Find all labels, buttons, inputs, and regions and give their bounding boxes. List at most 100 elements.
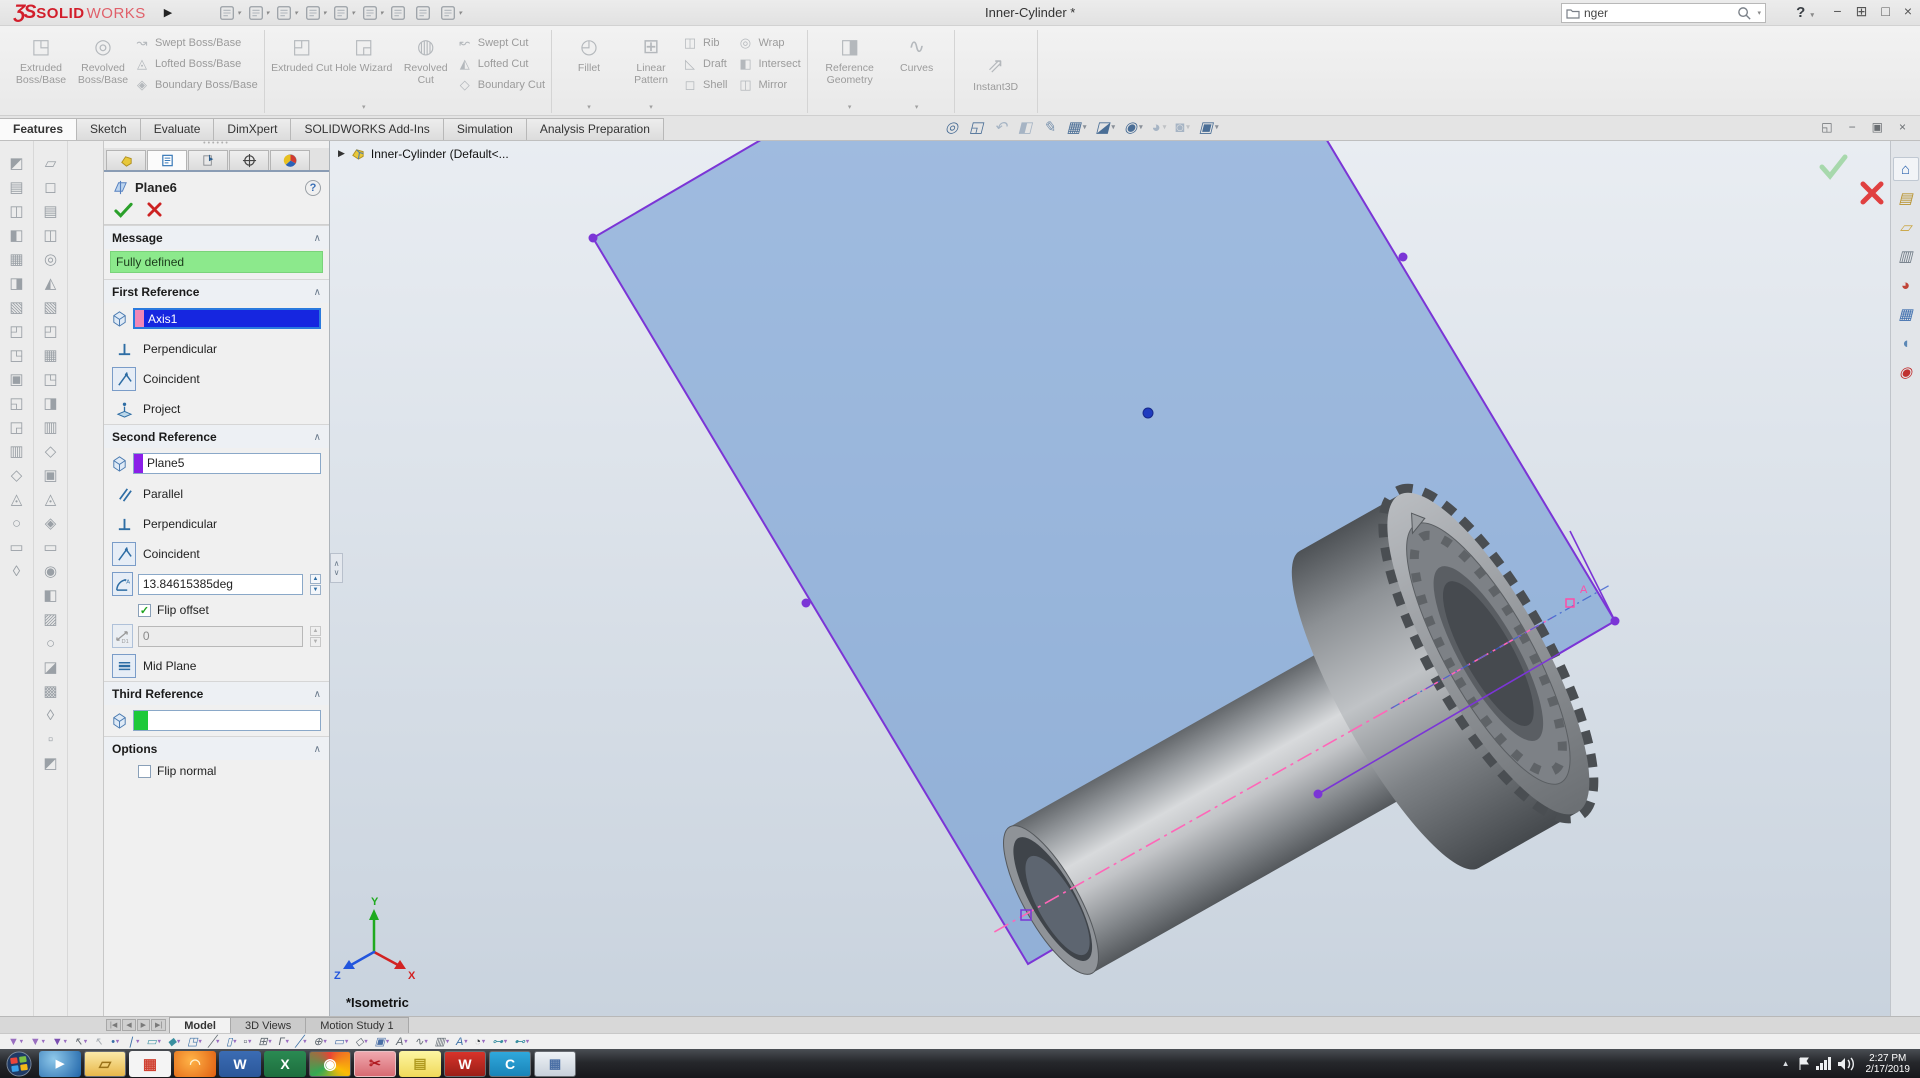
document-tab[interactable]: Model [169, 1017, 231, 1033]
doc-float-button[interactable]: ◱ [1821, 120, 1832, 134]
tool-icon[interactable]: ▦ [9, 249, 23, 270]
lofted-cut-button[interactable]: ◭ Lofted Cut [457, 55, 545, 73]
file-explorer-icon[interactable]: ▱ [1893, 215, 1919, 239]
tree-expand-arrow-icon[interactable]: ▶ [338, 148, 345, 159]
tool-icon[interactable]: ▧ [43, 297, 57, 318]
offset-distance-icon[interactable]: D1 [112, 624, 133, 648]
tool-icon[interactable]: ▤ [43, 201, 57, 222]
search-input[interactable] [1584, 6, 1734, 20]
collapse-chevron-icon[interactable]: ∧ [314, 233, 321, 244]
swept-boss-base-button[interactable]: ↝ Swept Boss/Base [134, 34, 258, 52]
sketch-tool-icon[interactable]: ╱ ▾ [209, 1035, 220, 1048]
ribbon-tab[interactable]: Simulation [442, 118, 527, 140]
tool-icon[interactable]: ○ [46, 633, 55, 654]
menu-flyout-arrow-icon[interactable]: ▶ [164, 6, 172, 19]
sketch-tool-icon[interactable]: ◇ ▾ [355, 1035, 367, 1048]
tool-icon[interactable]: ▫ [48, 729, 53, 750]
document-tab[interactable]: Motion Study 1 [305, 1017, 409, 1033]
spin-down-icon[interactable]: ▼ [309, 584, 321, 595]
coincident-icon[interactable] [112, 367, 136, 391]
view-settings-icon[interactable]: ▣ ▾ [1199, 118, 1219, 136]
sketch-tool-icon[interactable]: ◔ ▾ [474, 1036, 485, 1048]
flip-normal-row[interactable]: Flip normal [104, 760, 329, 782]
angle-spinner[interactable]: ▲ ▼ [309, 573, 321, 595]
sketch-tool-icon[interactable]: A ▾ [456, 1036, 467, 1048]
message-section-header[interactable]: Message ∧ [104, 225, 329, 249]
angle-input[interactable] [138, 577, 302, 591]
property-manager-tab[interactable] [147, 150, 187, 170]
sketch-tool-icon[interactable]: • ▾ [111, 1036, 119, 1048]
boundary-cut-button[interactable]: ◇ Boundary Cut [457, 76, 545, 94]
tool-icon[interactable]: ◬ [11, 489, 23, 510]
hole-wizard-caret-icon[interactable]: ▾ [362, 103, 366, 111]
ribbon-tab[interactable]: SOLIDWORKS Add-Ins [290, 118, 444, 140]
tool-icon[interactable]: ▤ [9, 177, 23, 198]
tool-icon[interactable]: ▥ [43, 417, 57, 438]
parallel-icon[interactable] [112, 482, 136, 506]
panel-drag-handle[interactable]: •••••• [104, 140, 329, 148]
tool-icon[interactable]: ▭ [43, 537, 57, 558]
tool-icon[interactable]: ◫ [43, 225, 57, 246]
tool-icon[interactable]: ◻ [44, 177, 56, 198]
settings-gear-icon[interactable]: ▾ [437, 2, 464, 24]
options-section-header[interactable]: Options ∧ [104, 736, 329, 760]
tray-icons[interactable] [1794, 1055, 1858, 1073]
sketch-tool-icon[interactable]: ▼ ▾ [52, 1036, 67, 1048]
ribbon-tab[interactable]: Analysis Preparation [525, 118, 664, 140]
zoom-to-area-icon[interactable]: ◱ [969, 118, 985, 136]
tab-scroll-button[interactable]: ◀ [122, 1019, 136, 1031]
draft-button[interactable]: ◺ Draft [682, 55, 727, 73]
taskbar-clock[interactable]: 2:27 PM 2/17/2019 [1862, 1053, 1917, 1075]
doc-minimize-button[interactable]: − [1849, 120, 1856, 134]
doc-restore-button[interactable]: ▣ [1872, 120, 1883, 134]
flip-offset-row[interactable]: ✓ Flip offset [104, 599, 329, 621]
save-icon[interactable]: ▾ [273, 2, 300, 24]
search-dropdown-caret-icon[interactable]: ▾ [1757, 9, 1761, 17]
first-reference-section-header[interactable]: First Reference ∧ [104, 279, 329, 303]
sketch-tool-icon[interactable]: ❘ ▾ [126, 1035, 139, 1048]
sketch-tool-icon[interactable]: ⊞ ▾ [258, 1035, 271, 1048]
arrange-button[interactable]: ⊞ [1856, 3, 1868, 20]
project-icon[interactable] [112, 397, 136, 421]
sketch-tool-icon[interactable]: ▼ ▾ [8, 1036, 23, 1048]
options-list-icon[interactable] [412, 2, 435, 24]
tool-icon[interactable]: ◬ [45, 489, 57, 510]
tool-icon[interactable]: ◳ [9, 345, 23, 366]
coincident-constraint-row[interactable]: Coincident [104, 539, 329, 569]
offset-spinner[interactable]: ▲ ▼ [309, 625, 321, 647]
search-box[interactable]: ▾ [1561, 3, 1766, 23]
sketch-tool-icon[interactable]: ▯ ▾ [226, 1035, 236, 1048]
tab-scroll-button[interactable]: |◀ [106, 1019, 122, 1031]
display-manager-tab[interactable] [270, 150, 310, 170]
second-reference-selection-box[interactable]: Plane5 [133, 453, 321, 474]
undo-icon[interactable]: ▾ [330, 2, 357, 24]
perpendicular-constraint-row[interactable]: Perpendicular [104, 509, 329, 539]
word-icon[interactable]: W [219, 1050, 261, 1077]
tool-icon[interactable]: ◱ [9, 393, 23, 414]
section-view-icon[interactable]: ◧ [1018, 118, 1034, 136]
tool-icon[interactable]: ◲ [9, 417, 23, 438]
mid-plane-icon[interactable] [112, 654, 136, 678]
sketch-tool-icon[interactable]: Γ ▾ [278, 1036, 288, 1048]
sketch-tool-icon[interactable]: ◆ ▾ [168, 1035, 180, 1048]
help-button[interactable]: ? ▾ [1796, 4, 1814, 21]
rib-button[interactable]: ◫ Rib [682, 34, 727, 52]
tool-icon[interactable]: ◭ [45, 273, 57, 294]
ribbon-tab[interactable]: Sketch [76, 118, 141, 140]
tool-icon[interactable]: ◨ [9, 273, 23, 294]
third-reference-section-header[interactable]: Third Reference ∧ [104, 681, 329, 705]
perpendicular-icon[interactable] [112, 512, 136, 536]
tool-icon[interactable]: ◇ [11, 465, 23, 486]
tool-icon[interactable]: ◰ [43, 321, 57, 342]
windows-media-player-icon[interactable]: ▶ [39, 1050, 81, 1077]
help-caret-icon[interactable]: ▾ [1810, 12, 1814, 19]
flip-normal-checkbox[interactable] [138, 764, 151, 778]
shell-button[interactable]: ◻ Shell [682, 76, 728, 94]
spin-up-icon[interactable]: ▲ [309, 573, 321, 584]
search-scope-folder-icon[interactable] [1566, 7, 1580, 19]
tab-scroll-button[interactable]: ▶| [150, 1019, 167, 1031]
firefox-icon[interactable]: ◠ [174, 1050, 216, 1077]
apply-scene-icon[interactable]: ◙ ▾ [1175, 119, 1190, 136]
tool-icon[interactable]: ▨ [43, 609, 57, 630]
edit-appearance-icon[interactable]: ◕ ▾ [1152, 119, 1167, 136]
